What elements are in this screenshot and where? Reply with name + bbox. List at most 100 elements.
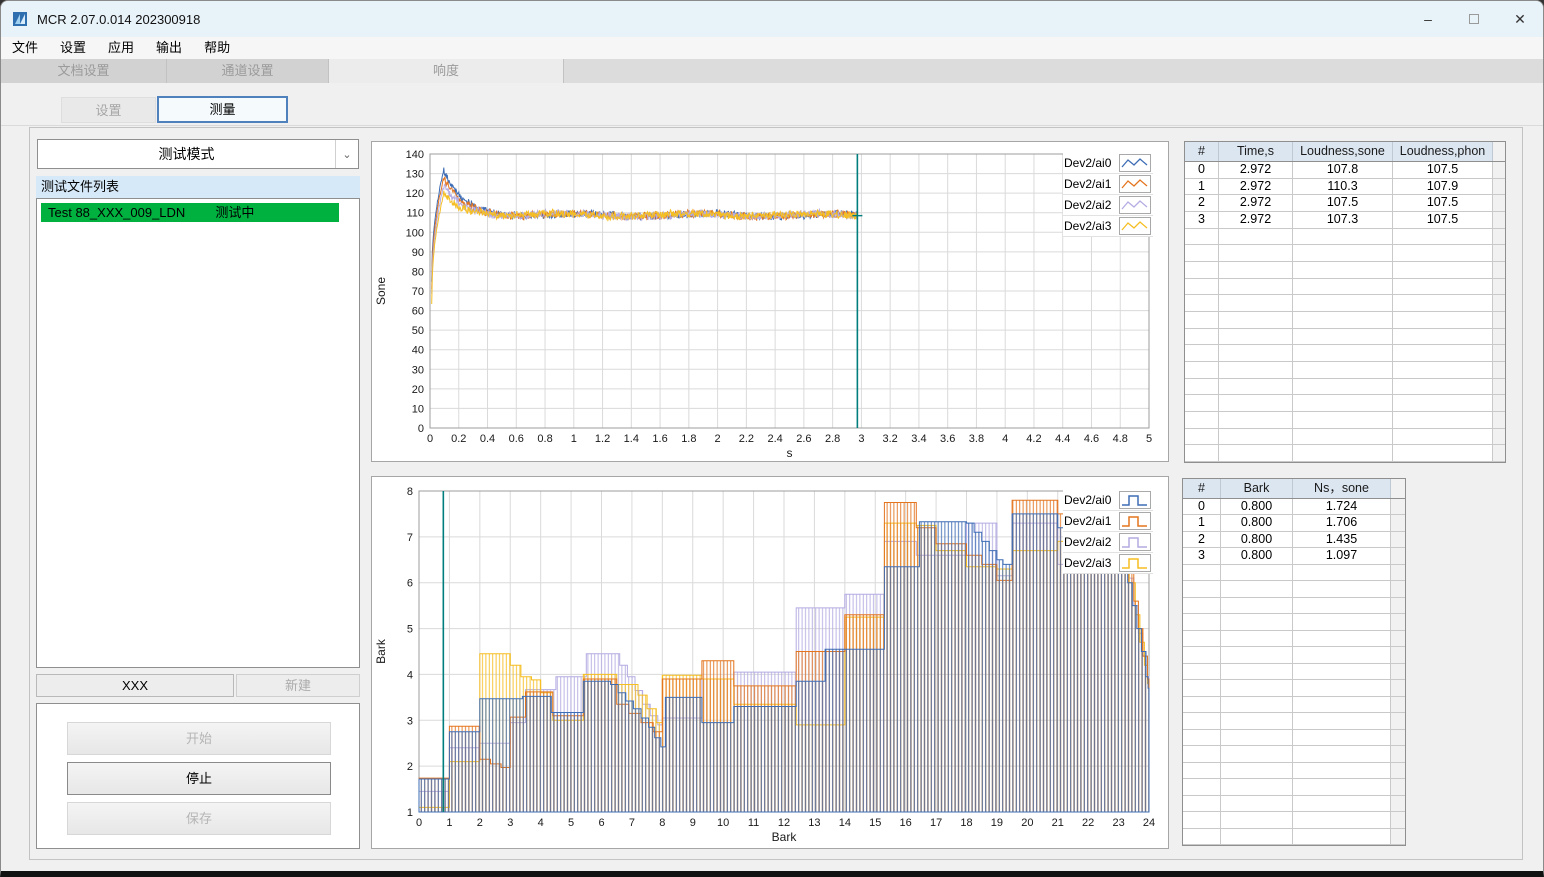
- table-row[interactable]: 0 2.972 107.8 107.5: [1185, 162, 1505, 179]
- table-row[interactable]: [1185, 411, 1505, 429]
- scroll-strip: [1493, 328, 1505, 345]
- start-button[interactable]: 开始: [67, 722, 331, 755]
- table-row[interactable]: [1183, 762, 1405, 780]
- table-row[interactable]: [1185, 378, 1505, 396]
- table-row[interactable]: 3 2.972 107.3 107.5: [1185, 211, 1505, 229]
- table-cell: 1: [1183, 515, 1221, 531]
- table-row[interactable]: [1183, 680, 1405, 697]
- table-cell: [1183, 663, 1221, 680]
- table-row[interactable]: [1183, 779, 1405, 796]
- test-file-list[interactable]: Test 88_XXX_009_LDN 测试中: [36, 198, 360, 668]
- legend-row-dev2-ai2[interactable]: Dev2/ai2: [1063, 532, 1153, 553]
- legend-row-dev2-ai0[interactable]: Dev2/ai0: [1063, 153, 1153, 174]
- minimize-button[interactable]: –: [1405, 1, 1451, 37]
- legend-row-dev2-ai3[interactable]: Dev2/ai3: [1063, 216, 1153, 237]
- stop-button[interactable]: 停止: [67, 762, 331, 795]
- subtab-settings-button[interactable]: 设置: [61, 97, 156, 123]
- table-row[interactable]: [1185, 228, 1505, 246]
- table-row[interactable]: [1183, 828, 1405, 845]
- table-row[interactable]: 1 0.800 1.706: [1183, 515, 1405, 532]
- legend-row-dev2-ai0[interactable]: Dev2/ai0: [1063, 490, 1153, 511]
- legend-label: Dev2/ai0: [1064, 493, 1112, 507]
- svg-text:4.8: 4.8: [1113, 433, 1128, 445]
- tab-channel-settings[interactable]: 通道设置: [167, 59, 329, 83]
- scroll-strip: [1493, 445, 1505, 461]
- table-row[interactable]: [1185, 445, 1505, 462]
- table-row[interactable]: [1185, 295, 1505, 312]
- table-cell: [1185, 395, 1219, 411]
- table-row[interactable]: [1185, 245, 1505, 262]
- table-row[interactable]: [1183, 696, 1405, 714]
- table-row[interactable]: [1185, 361, 1505, 379]
- new-button[interactable]: 新建: [236, 674, 360, 697]
- table-row[interactable]: [1183, 663, 1405, 681]
- scroll-strip: [1391, 647, 1405, 663]
- menu-item-output[interactable]: 输出: [145, 37, 193, 59]
- table-row[interactable]: [1183, 614, 1405, 631]
- table-row[interactable]: [1185, 328, 1505, 346]
- svg-text:23: 23: [1112, 817, 1124, 829]
- menu-item-file[interactable]: 文件: [1, 37, 49, 59]
- test-file-item[interactable]: Test 88_XXX_009_LDN 测试中: [41, 203, 339, 222]
- table-row[interactable]: [1185, 395, 1505, 412]
- table-cell: 3: [1185, 211, 1219, 228]
- maximize-button[interactable]: [1451, 1, 1497, 37]
- table-row[interactable]: 2 2.972 107.5 107.5: [1185, 195, 1505, 212]
- table-row[interactable]: [1183, 713, 1405, 730]
- table-row[interactable]: [1183, 564, 1405, 582]
- table-cell: [1293, 746, 1391, 762]
- table-row[interactable]: [1185, 311, 1505, 329]
- specific-loudness-chart[interactable]: 0 1 2 3 4 5 6 7 8 9 10 11 12 13 14 15 16 17 18 19 20 21 22 23 24…: [372, 477, 1168, 848]
- svg-text:16: 16: [900, 817, 912, 829]
- menu-item-settings[interactable]: 设置: [49, 37, 97, 59]
- legend-row-dev2-ai3[interactable]: Dev2/ai3: [1063, 553, 1153, 574]
- menu-item-help[interactable]: 帮助: [193, 37, 241, 59]
- table-row[interactable]: 2 0.800 1.435: [1183, 531, 1405, 549]
- table-cell: [1393, 311, 1493, 328]
- legend-row-dev2-ai1[interactable]: Dev2/ai1: [1063, 174, 1153, 195]
- test-mode-dropdown[interactable]: 测试模式 ⌄: [37, 139, 359, 169]
- table-cell: [1185, 295, 1219, 311]
- loudness-time-chart-panel: 0 0.2 0.4 0.6 0.8 1 1.2 1.4 1.6 1.8 2 2.2 2.4 2.6 2.8 3…: [371, 141, 1169, 462]
- table-cell: 107.3: [1293, 211, 1393, 228]
- table-cell: [1393, 278, 1493, 295]
- scroll-strip: [1391, 795, 1405, 812]
- table-row[interactable]: [1183, 597, 1405, 615]
- subtab-measure-button[interactable]: 测量: [157, 96, 288, 123]
- xxx-button[interactable]: XXX: [36, 674, 234, 697]
- legend-row-dev2-ai2[interactable]: Dev2/ai2: [1063, 195, 1153, 216]
- table-cell: [1183, 795, 1221, 812]
- menu-item-app[interactable]: 应用: [97, 37, 145, 59]
- scroll-strip: [1493, 411, 1505, 428]
- table-row[interactable]: 3 0.800 1.097: [1183, 548, 1405, 565]
- tab-strip: 文档设置 通道设置 响度: [1, 59, 1543, 83]
- table-row[interactable]: [1183, 729, 1405, 747]
- table-row[interactable]: [1183, 630, 1405, 648]
- table-row[interactable]: [1183, 647, 1405, 664]
- table-cell: [1293, 630, 1391, 647]
- table-row[interactable]: [1185, 428, 1505, 446]
- table-row[interactable]: 0 0.800 1.724: [1183, 499, 1405, 516]
- table-cell: [1221, 614, 1293, 630]
- table-cell: [1219, 228, 1293, 245]
- table-row[interactable]: [1183, 795, 1405, 813]
- svg-text:0: 0: [416, 817, 422, 829]
- scroll-strip: [1391, 762, 1405, 779]
- table-row[interactable]: [1185, 278, 1505, 296]
- table-row[interactable]: [1185, 261, 1505, 279]
- tab-loudness[interactable]: 响度: [329, 59, 564, 83]
- close-button[interactable]: ✕: [1497, 1, 1543, 37]
- tab-document-settings[interactable]: 文档设置: [1, 59, 167, 83]
- table-row[interactable]: [1183, 581, 1405, 598]
- svg-text:9: 9: [690, 817, 696, 829]
- table-cell: [1219, 378, 1293, 395]
- table-cell: 0: [1185, 162, 1219, 178]
- table-row[interactable]: [1183, 812, 1405, 829]
- table-row[interactable]: [1185, 345, 1505, 362]
- table-row[interactable]: [1183, 746, 1405, 763]
- save-button[interactable]: 保存: [67, 802, 331, 835]
- table-row[interactable]: 1 2.972 110.3 107.9: [1185, 178, 1505, 196]
- loudness-time-chart[interactable]: 0 0.2 0.4 0.6 0.8 1 1.2 1.4 1.6 1.8 2 2.2 2.4 2.6 2.8 3…: [372, 142, 1168, 461]
- legend-row-dev2-ai1[interactable]: Dev2/ai1: [1063, 511, 1153, 532]
- maximize-icon: [1469, 14, 1479, 24]
